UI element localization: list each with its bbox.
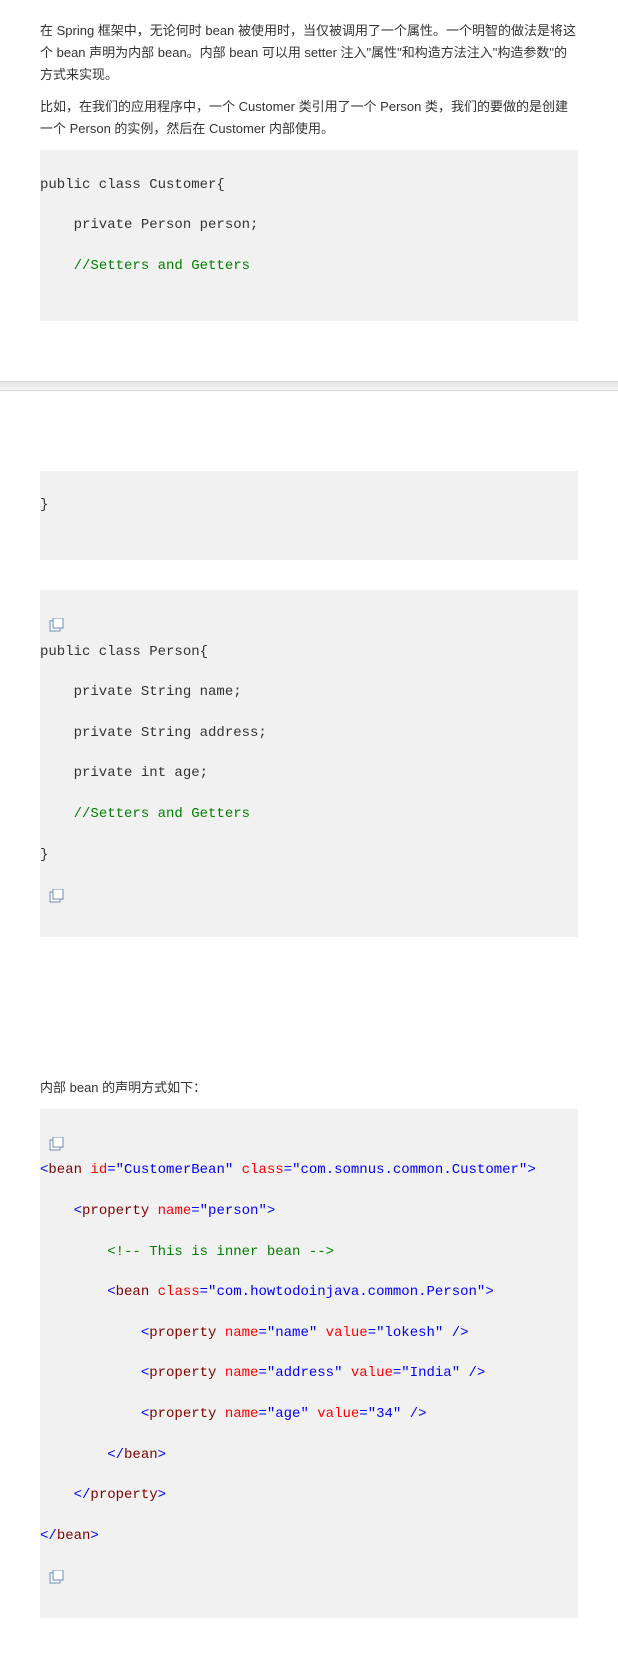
copy-icon[interactable] xyxy=(48,889,66,903)
paragraph-1: 在 Spring 框架中，无论何时 bean 被使用时，当仅被调用了一个属性。一… xyxy=(40,20,578,86)
code-block-customer: public class Customer{ private Person pe… xyxy=(40,150,578,320)
code-line: <property name="address" value="India" /… xyxy=(40,1363,578,1383)
code-line: </bean> xyxy=(40,1445,578,1465)
code-line: } xyxy=(40,845,578,865)
code-line: private int age; xyxy=(40,763,578,783)
code-line: private Person person; xyxy=(40,215,578,235)
code-line: public class Customer{ xyxy=(40,175,578,195)
code-line: } xyxy=(40,495,578,515)
code-block-close-brace: } xyxy=(40,471,578,560)
xml-section: 内部 bean 的声明方式如下： <bean id="CustomerBean"… xyxy=(0,1077,618,1654)
section-divider xyxy=(0,381,618,391)
code-line: <property name="age" value="34" /> xyxy=(40,1404,578,1424)
code-line: <bean class="com.howtodoinjava.common.Pe… xyxy=(40,1282,578,1302)
spacer xyxy=(0,967,618,1067)
code-line: <property name="name" value="lokesh" /> xyxy=(40,1323,578,1343)
code-line: private String address; xyxy=(40,723,578,743)
copy-icon[interactable] xyxy=(48,618,66,632)
code-line: <!-- This is inner bean --> xyxy=(40,1242,578,1262)
code-line: //Setters and Getters xyxy=(40,256,578,276)
code-line: </bean> xyxy=(40,1526,578,1546)
copy-icon[interactable] xyxy=(48,1570,66,1584)
copy-icon[interactable] xyxy=(48,1137,66,1151)
person-section: } public class Person{ private String na… xyxy=(0,471,618,967)
code-line: private String name; xyxy=(40,682,578,702)
code-line: //Setters and Getters xyxy=(40,804,578,824)
code-line: public class Person{ xyxy=(40,642,578,662)
code-block-xml: <bean id="CustomerBean" class="com.somnu… xyxy=(40,1109,578,1618)
code-line: <bean id="CustomerBean" class="com.somnu… xyxy=(40,1160,578,1180)
intro-section: 在 Spring 框架中，无论何时 bean 被使用时，当仅被调用了一个属性。一… xyxy=(0,0,618,351)
paragraph-3: 内部 bean 的声明方式如下： xyxy=(40,1077,578,1099)
code-line: <property name="person"> xyxy=(40,1201,578,1221)
code-block-person: public class Person{ private String name… xyxy=(40,590,578,937)
code-line: </property> xyxy=(40,1485,578,1505)
paragraph-2: 比如，在我们的应用程序中，一个 Customer 类引用了一个 Person 类… xyxy=(40,96,578,140)
